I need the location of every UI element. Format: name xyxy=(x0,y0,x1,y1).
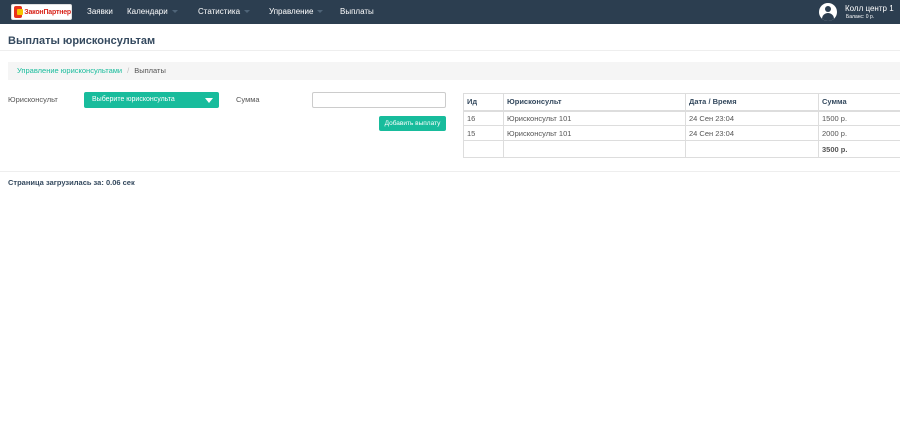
logo-text: ЗаконПартнер xyxy=(24,8,71,16)
cell-amount: 1500 р. xyxy=(818,110,900,126)
payments-table: Ид Юрисконсульт Дата / Время Сумма 16 Юр… xyxy=(463,93,900,158)
user-balance: Баланс: 0 р. xyxy=(846,14,875,20)
cell-datetime: 24 Сен 23:04 xyxy=(685,125,819,141)
breadcrumb-separator: / xyxy=(127,66,130,75)
breadcrumb: Управление юрисконсультами / Выплаты xyxy=(8,62,900,80)
chevron-down-icon xyxy=(205,98,213,103)
nav-item-label: Управление xyxy=(269,7,314,16)
user-name[interactable]: Колл центр 1 xyxy=(845,4,894,13)
cell-empty xyxy=(503,140,686,158)
lawyer-select[interactable]: Выберите юрисконсульта xyxy=(84,92,219,108)
cell-total-amount: 3500 р. xyxy=(818,140,900,158)
brand-logo[interactable]: ЗаконПартнер xyxy=(11,4,72,20)
breadcrumb-link-lawyers-management[interactable]: Управление юрисконсультами xyxy=(17,66,122,75)
column-header-datetime: Дата / Время xyxy=(685,93,819,112)
table-total-row: 3500 р. xyxy=(463,140,900,158)
table-header-row: Ид Юрисконсульт Дата / Время Сумма xyxy=(463,93,900,112)
column-header-amount: Сумма xyxy=(818,93,900,112)
cell-lawyer: Юрисконсульт 101 xyxy=(503,125,686,141)
page-load-time: Страница загрузилась за: 0.06 сек xyxy=(8,178,135,187)
logo-icon xyxy=(14,6,24,18)
nav-item-label: Статистика xyxy=(198,7,241,16)
column-header-id: Ид xyxy=(463,93,504,112)
chevron-down-icon xyxy=(244,10,251,14)
cell-id: 15 xyxy=(463,125,504,141)
cell-empty xyxy=(685,140,819,158)
lawyer-select-value: Выберите юрисконсульта xyxy=(92,96,175,103)
table-row: 16 Юрисконсульт 101 24 Сен 23:04 1500 р. xyxy=(463,110,900,126)
column-header-lawyer: Юрисконсульт xyxy=(503,93,686,112)
add-payment-button[interactable]: Добавить выплату xyxy=(379,116,446,131)
nav-item-label: Календари xyxy=(127,7,168,16)
lawyer-label: Юрисконсульт xyxy=(8,95,58,104)
nav-item-statistics[interactable]: Статистика xyxy=(198,0,251,24)
nav-item-calendars[interactable]: Календари xyxy=(127,0,178,24)
table-row: 15 Юрисконсульт 101 24 Сен 23:04 2000 р. xyxy=(463,125,900,141)
cell-lawyer: Юрисконсульт 101 xyxy=(503,110,686,126)
page-title: Выплаты юрисконсультам xyxy=(8,35,156,47)
avatar-head xyxy=(825,6,831,12)
chevron-down-icon xyxy=(317,10,324,14)
chevron-down-icon xyxy=(171,10,178,14)
breadcrumb-current: Выплаты xyxy=(134,66,166,75)
nav-item-requests[interactable]: Заявки xyxy=(87,0,113,24)
cell-datetime: 24 Сен 23:04 xyxy=(685,110,819,126)
nav-item-label: Выплаты xyxy=(340,7,374,16)
avatar-body xyxy=(822,13,834,21)
user-avatar-icon[interactable] xyxy=(819,3,837,21)
cell-empty xyxy=(463,140,504,158)
nav-item-payments[interactable]: Выплаты xyxy=(340,0,374,24)
cell-id: 16 xyxy=(463,110,504,126)
top-navbar: ЗаконПартнер Заявки Календари Статистика… xyxy=(0,0,900,24)
cell-amount: 2000 р. xyxy=(818,125,900,141)
nav-item-label: Заявки xyxy=(87,7,113,16)
amount-input[interactable] xyxy=(312,92,446,108)
amount-label: Сумма xyxy=(236,95,260,104)
nav-item-management[interactable]: Управление xyxy=(269,0,324,24)
footer-divider xyxy=(0,171,900,172)
title-divider xyxy=(0,50,900,51)
